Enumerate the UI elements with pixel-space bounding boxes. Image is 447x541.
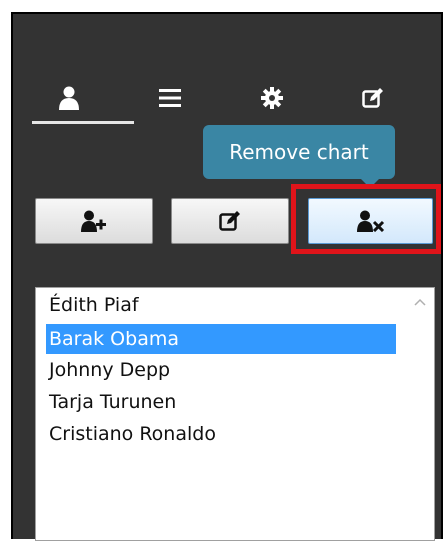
tooltip-text: Remove chart <box>229 140 369 164</box>
remove-user-button[interactable] <box>308 198 433 244</box>
sidebar-panel: Remove chart Édith Piaf Barak Obama John… <box>11 12 443 541</box>
person-listbox[interactable]: Édith Piaf Barak Obama Johnny Depp Tarja… <box>35 287 435 541</box>
user-add-icon <box>81 210 106 232</box>
tab-settings[interactable] <box>242 76 302 120</box>
scroll-up-button[interactable] <box>412 294 428 310</box>
remove-chart-tooltip: Remove chart <box>203 125 395 179</box>
tab-list[interactable] <box>140 76 200 120</box>
list-item[interactable]: Johnny Depp <box>46 355 396 385</box>
list-item[interactable]: Cristiano Ronaldo <box>46 419 396 449</box>
gear-icon <box>261 87 283 109</box>
list-item[interactable]: Tarja Turunen <box>46 387 396 417</box>
list-item[interactable]: Édith Piaf <box>46 290 396 320</box>
tab-user[interactable] <box>39 76 99 120</box>
edit-button[interactable] <box>171 198 289 244</box>
user-icon <box>59 86 79 110</box>
user-remove-icon <box>356 210 384 232</box>
edit-icon <box>219 211 240 231</box>
tab-edit[interactable] <box>343 76 403 120</box>
chevron-up-icon <box>414 298 426 306</box>
edit-icon <box>362 88 383 108</box>
add-user-button[interactable] <box>35 198 153 244</box>
list-icon <box>159 89 181 107</box>
active-tab-indicator <box>32 121 134 124</box>
tooltip-arrow <box>361 179 379 188</box>
list-item-selected[interactable]: Barak Obama <box>46 324 396 354</box>
